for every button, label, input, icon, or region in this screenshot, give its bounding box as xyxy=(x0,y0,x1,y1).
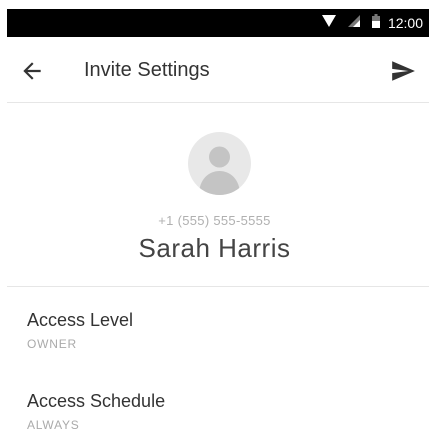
wifi-icon xyxy=(321,14,336,32)
person-icon xyxy=(188,146,251,195)
page-title: Invite Settings xyxy=(84,59,210,81)
battery-icon xyxy=(371,13,380,33)
contact-name: Sarah Harris xyxy=(138,233,291,263)
status-time: 12:00 xyxy=(387,15,423,31)
toolbar: Invite Settings xyxy=(7,37,429,103)
access-schedule-label: Access Schedule xyxy=(27,391,166,411)
signal-icon xyxy=(347,14,360,32)
status-bar: 12:00 xyxy=(7,9,429,37)
back-button[interactable] xyxy=(19,58,45,84)
access-schedule-item[interactable]: Access Schedule ALWAYS xyxy=(27,391,417,432)
avatar xyxy=(188,132,251,195)
access-level-label: Access Level xyxy=(27,310,134,330)
arrow-back-icon xyxy=(19,62,45,88)
contact-phone: +1 (555) 555-5555 xyxy=(158,213,271,228)
send-button[interactable] xyxy=(390,58,416,84)
access-level-value: OWNER xyxy=(27,337,77,351)
access-level-item[interactable]: Access Level OWNER xyxy=(27,310,417,351)
divider xyxy=(7,286,429,287)
send-icon xyxy=(390,61,416,88)
